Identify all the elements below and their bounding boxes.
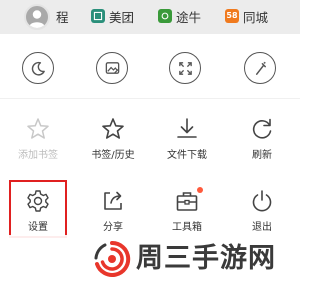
fullscreen-button[interactable] xyxy=(169,52,201,84)
shortcut-meituan[interactable]: 美团 xyxy=(91,6,134,26)
tile-label: 文件下载 xyxy=(167,150,207,161)
tuniu-icon xyxy=(158,9,172,23)
moon-icon xyxy=(31,61,45,75)
refresh-button[interactable]: 刷新 xyxy=(232,114,292,174)
toolbox-icon xyxy=(174,187,203,214)
night-mode-button[interactable] xyxy=(22,52,54,84)
tile-label: 添加书签 xyxy=(18,150,58,161)
tile-label: 书签/历史 xyxy=(91,150,135,161)
tile-label: 分享 xyxy=(103,222,123,233)
power-icon xyxy=(249,188,275,214)
refresh-icon xyxy=(249,116,275,142)
shortcut-label: 同城 xyxy=(243,9,269,25)
notification-dot xyxy=(197,187,203,193)
no-image-mode-button[interactable] xyxy=(96,52,128,84)
tile-label: 工具箱 xyxy=(172,222,202,233)
watermark-text: 周三手游网 xyxy=(136,243,276,274)
tile-label: 刷新 xyxy=(252,150,272,161)
divider xyxy=(0,98,300,99)
user-avatar[interactable] xyxy=(24,4,50,30)
settings-highlight-box xyxy=(9,180,67,238)
star-icon xyxy=(100,116,126,142)
top-shortcut-bar: 程 美团 途牛 58 同城 xyxy=(0,0,300,34)
file-download-button[interactable]: 文件下载 xyxy=(157,114,217,174)
add-bookmark-button[interactable]: 添加书签 xyxy=(8,114,68,174)
shortcut-label: 途牛 xyxy=(176,9,202,25)
shortcut-label: 程 xyxy=(56,9,69,25)
star-outline-icon xyxy=(25,116,51,142)
fullscreen-icon xyxy=(178,61,192,75)
meituan-icon xyxy=(91,9,105,23)
shortcut-tuniu[interactable]: 途牛 xyxy=(158,6,201,26)
image-off-icon xyxy=(105,61,119,74)
watermark-logo-icon xyxy=(92,239,132,279)
incognito-button[interactable] xyxy=(244,52,276,84)
clean-wand-icon xyxy=(255,61,266,75)
shortcut-label: 美团 xyxy=(109,9,135,25)
shortcut-ctrip[interactable]: 程 xyxy=(56,6,69,26)
shortcut-58tongcheng[interactable]: 58 同城 xyxy=(225,6,268,26)
share-icon xyxy=(100,188,126,214)
avatar-icon xyxy=(28,10,46,28)
watermark: 周三手游网 xyxy=(0,235,300,285)
download-icon xyxy=(174,116,200,142)
tongcheng-58-icon: 58 xyxy=(225,9,239,23)
bookmarks-history-button[interactable]: 书签/历史 xyxy=(83,114,143,174)
tile-label: 退出 xyxy=(252,222,272,233)
